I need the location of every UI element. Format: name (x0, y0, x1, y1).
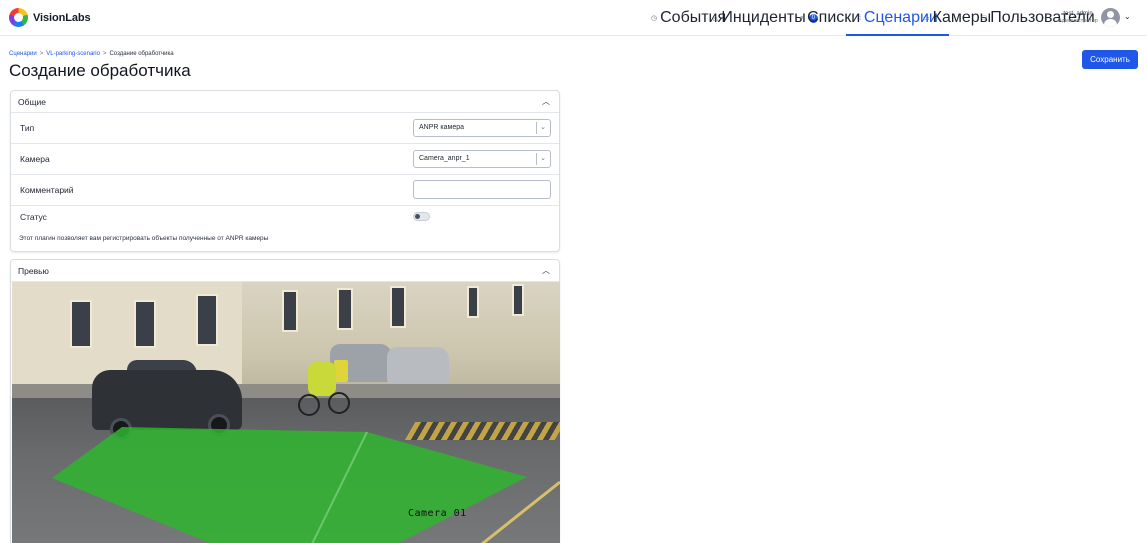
app-logo[interactable]: VisionLabs (9, 8, 91, 27)
user-name: test_admin (1063, 11, 1093, 17)
comment-input[interactable] (413, 180, 551, 199)
breadcrumb-scenarios[interactable]: Сценарии (9, 51, 37, 57)
page-title: Создание обработчика (9, 61, 191, 80)
preview-panel-title: Превью (18, 265, 49, 276)
brand-name: VisionLabs (33, 11, 91, 24)
status-toggle[interactable] (413, 212, 430, 221)
nav-incidents-label: Инциденты (721, 9, 806, 26)
preview-panel-header[interactable]: Превью ︿ (11, 260, 559, 282)
general-panel-title: Общие (18, 96, 46, 107)
detection-zone-polygon[interactable] (52, 427, 527, 543)
status-label: Статус (20, 212, 47, 222)
clock-icon: ◷ (651, 15, 658, 22)
type-row: Тип ANPR камера ⌄ (11, 113, 559, 144)
breadcrumb-scenario[interactable]: VL-parking-scenario (46, 51, 100, 57)
visionlabs-logo-icon (9, 8, 28, 27)
breadcrumb-separator: > (102, 51, 107, 57)
nav-lists-label: Списки (807, 9, 861, 26)
camera-row: Камера Camera_anpr_1 ⌄ (11, 144, 559, 175)
general-panel-header[interactable]: Общие ︿ (11, 91, 559, 113)
type-select[interactable]: ANPR камера ⌄ (413, 119, 551, 137)
chevron-down-icon[interactable]: ⌄ (538, 120, 548, 136)
chevron-down-icon[interactable]: ⌄ (538, 151, 548, 167)
scenario-icon: ⁞⁞ (857, 14, 861, 22)
nav-lists[interactable]: ≡ Списки (800, 0, 860, 36)
comment-row: Комментарий (11, 175, 559, 206)
type-label: Тип (20, 123, 35, 133)
users-icon: ⚇ (981, 15, 988, 22)
detection-zone[interactable] (12, 282, 560, 543)
comment-label: Комментарий (20, 185, 74, 195)
list-icon: ≡ (800, 14, 805, 22)
status-row: Статус Этот плагин позволяет вам регистр… (11, 206, 559, 253)
avatar[interactable] (1101, 8, 1120, 27)
chevron-up-icon[interactable]: ︿ (541, 97, 551, 107)
camera-select-value: Camera_anpr_1 (419, 155, 470, 162)
camera-label: Камера (20, 154, 50, 164)
save-button[interactable]: Сохранить (1082, 50, 1138, 69)
camera-preview[interactable]: Camera 01 (12, 282, 560, 543)
camera-overlay-label: Camera 01 (408, 508, 467, 519)
camera-select[interactable]: Camera_anpr_1 ⌄ (413, 150, 551, 168)
plugin-description: Этот плагин позволяет вам регистрировать… (19, 235, 269, 242)
camera-icon: ▭ (923, 15, 930, 22)
preview-panel: Превью ︿ Camera 01 (10, 259, 560, 543)
user-role: Администратор (1058, 18, 1098, 24)
breadcrumb: Сценарии > VL-parking-scenario > Создани… (9, 51, 174, 57)
breadcrumb-separator: > (39, 51, 44, 57)
select-divider (536, 153, 537, 165)
breadcrumb-current: Создание обработчика (109, 51, 174, 57)
chevron-down-icon[interactable]: ⌄ (1124, 12, 1131, 21)
top-bar: VisionLabs ◷ События △ Инциденты 0 ≡ Спи… (0, 0, 1147, 36)
type-select-value: ANPR камера (419, 124, 464, 131)
select-divider (536, 122, 537, 134)
warning-icon: △ (713, 15, 719, 22)
chevron-up-icon[interactable]: ︿ (541, 266, 551, 276)
general-panel: Общие ︿ Тип ANPR камера ⌄ Камера Camera_… (10, 90, 560, 252)
